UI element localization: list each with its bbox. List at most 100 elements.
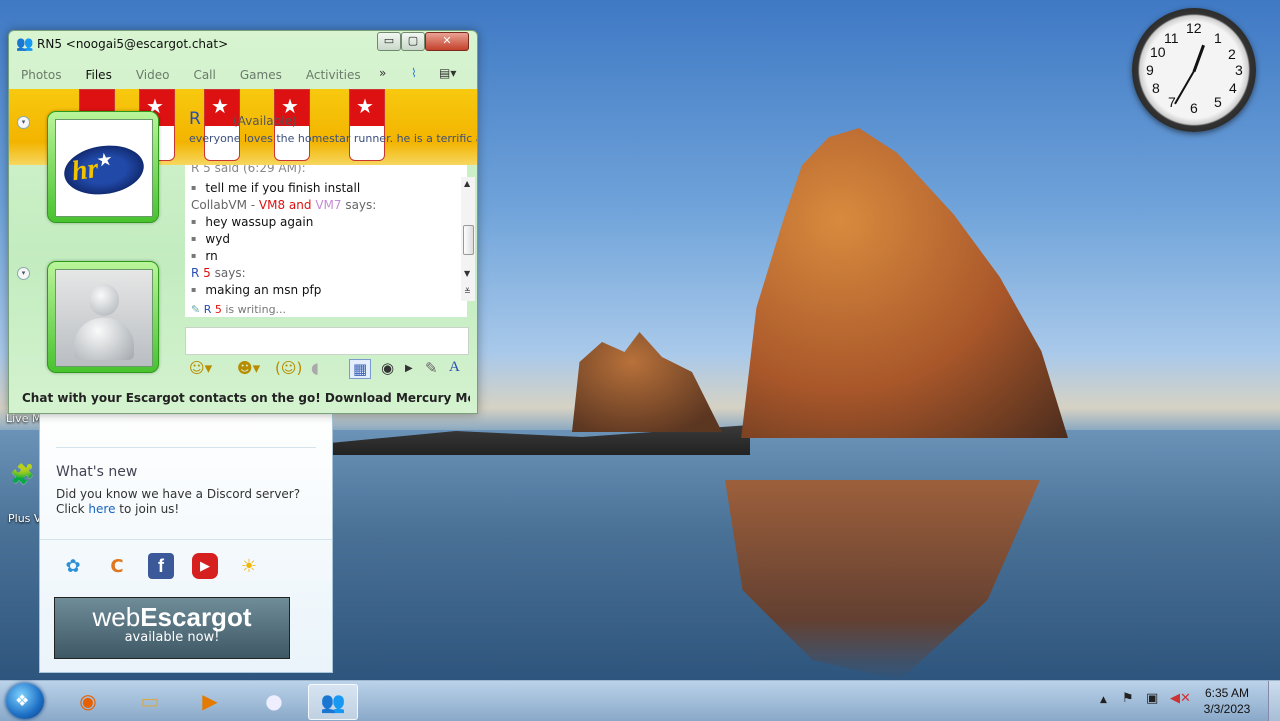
message-4: rn bbox=[191, 249, 217, 263]
contact-name-r: R bbox=[189, 109, 201, 129]
banner-figure-5: ★ bbox=[349, 89, 385, 161]
weather-sun-icon[interactable]: ☀ bbox=[236, 553, 262, 579]
promo-text[interactable]: Chat with your Escargot contacts on the … bbox=[22, 391, 470, 405]
conversation-history[interactable]: R 5 said (6:29 AM): tell me if you finis… bbox=[185, 165, 467, 317]
voice-clip-icon[interactable]: ◖ bbox=[311, 359, 319, 377]
taskbar-firefox[interactable]: ◉ bbox=[64, 684, 112, 718]
taskbar-time: 6:35 AM bbox=[1204, 686, 1250, 700]
nudge-emoticon-icon[interactable]: (☺) bbox=[275, 359, 302, 377]
typing-5: 5 bbox=[214, 303, 222, 316]
sender-collabvm: CollabVM - VM8 and VM7 says: bbox=[191, 198, 376, 212]
sender-collabvm-d: says: bbox=[341, 198, 377, 212]
msn-butterfly-icon[interactable]: ✿ bbox=[60, 553, 86, 579]
contact-name-5: 5 bbox=[206, 109, 218, 129]
social-icons: ✿ C f ▶ ☀ bbox=[60, 553, 262, 579]
clock-num-11: 11 bbox=[1164, 30, 1179, 46]
youtube-icon[interactable]: ▶ bbox=[192, 553, 218, 579]
sender-collabvm-c: VM7 bbox=[315, 198, 342, 212]
options-menu-icon[interactable]: ▤▾ bbox=[439, 66, 456, 80]
contact-avatar[interactable]: hr ★ bbox=[47, 111, 159, 223]
banner-web-text: web bbox=[92, 602, 141, 632]
history-partial-line: R 5 said (6:29 AM): bbox=[191, 165, 306, 175]
escargot-c-icon[interactable]: C bbox=[104, 553, 130, 579]
menu-video[interactable]: Video bbox=[124, 65, 182, 85]
minimize-button[interactable]: ▭ bbox=[377, 32, 401, 51]
windows-logo-icon: ❖ bbox=[15, 691, 30, 710]
collapse-contact-avatar-button[interactable]: ▾ bbox=[17, 116, 30, 129]
orb-icon: ● bbox=[265, 689, 283, 713]
network-icon[interactable]: ▣ bbox=[1146, 691, 1158, 706]
messenger-buddy-icon: 👥 bbox=[16, 36, 34, 52]
taskbar-media-player[interactable]: ▶ bbox=[186, 684, 234, 718]
clock-num-12: 12 bbox=[1186, 20, 1202, 36]
clock-num-8: 8 bbox=[1152, 80, 1160, 96]
handwriting-icon[interactable]: ✎ bbox=[425, 359, 438, 377]
desktop-icon-label-plus[interactable]: Plus V bbox=[8, 512, 41, 525]
contact-list-divider-2 bbox=[40, 539, 332, 540]
scroll-down-arrow[interactable]: ▼ bbox=[464, 269, 470, 278]
menu-call[interactable]: Call bbox=[181, 65, 227, 85]
clock-gadget[interactable]: 12 1 2 3 4 5 6 7 8 9 10 11 bbox=[1132, 8, 1256, 132]
taskbar-clock[interactable]: 6:35 AM 3/3/2023 bbox=[1198, 685, 1256, 717]
sender-r5-5: 5 bbox=[203, 266, 211, 280]
banner-escargot-text: Escargot bbox=[140, 602, 252, 632]
clock-num-9: 9 bbox=[1146, 62, 1154, 78]
contact-status: (Available) bbox=[233, 114, 297, 128]
menu-games[interactable]: Games bbox=[228, 65, 294, 85]
user-avatar[interactable] bbox=[47, 261, 159, 373]
show-desktop-button[interactable] bbox=[1268, 681, 1280, 721]
clock-num-3: 3 bbox=[1235, 62, 1243, 78]
facebook-icon[interactable]: f bbox=[148, 553, 174, 579]
close-button[interactable]: ✕ bbox=[425, 32, 469, 51]
emoticon-icon[interactable]: ☺▾ bbox=[189, 359, 212, 377]
volume-muted-icon[interactable]: ◀✕ bbox=[1170, 691, 1191, 706]
banner-subtitle: available now! bbox=[124, 630, 220, 645]
clock-num-6: 6 bbox=[1190, 100, 1198, 116]
web-escargot-banner[interactable]: webEscargot available now! bbox=[54, 597, 290, 659]
messenger-icon: 👥 bbox=[320, 690, 346, 714]
scroll-end-icon[interactable]: ≚ bbox=[464, 287, 471, 296]
message-input[interactable] bbox=[185, 327, 469, 355]
contact-personal-message: everyone loves the homestar runner. he i… bbox=[189, 132, 477, 145]
folder-icon: ▭ bbox=[140, 689, 160, 713]
collapse-user-avatar-button[interactable]: ▾ bbox=[17, 267, 30, 280]
menu-activities[interactable]: Activities bbox=[294, 65, 373, 85]
menu-more-button[interactable]: » bbox=[379, 66, 386, 80]
message-1: tell me if you finish install bbox=[191, 181, 360, 195]
menu-files[interactable]: Files bbox=[73, 65, 123, 85]
nudge-icon[interactable]: ⌇ bbox=[411, 66, 417, 80]
chat-toolbar: ☺▾ ☻▾ (☺) ◖ ▦ ◉ ▶ ✎ A bbox=[185, 357, 467, 381]
toolbar-more-arrow[interactable]: ▶ bbox=[405, 363, 413, 374]
scroll-thumb[interactable] bbox=[463, 225, 474, 255]
wink-icon[interactable]: ☻▾ bbox=[237, 359, 260, 377]
history-scrollbar[interactable]: ▲ ▼ ≚ bbox=[461, 177, 475, 301]
chat-titlebar[interactable]: 👥 RN5 <noogai5@escargot.chat> ▭ ▢ ✕ bbox=[9, 31, 477, 57]
background-icon[interactable]: ▦ bbox=[349, 359, 372, 379]
scroll-up-arrow[interactable]: ▲ bbox=[464, 179, 470, 188]
action-center-flag-icon[interactable]: ⚑ bbox=[1122, 691, 1134, 706]
window-title: RN5 <noogai5@escargot.chat> bbox=[37, 37, 229, 51]
whats-new-heading: What's new bbox=[56, 464, 138, 480]
typing-r: R bbox=[203, 303, 212, 316]
media-player-icon: ▶ bbox=[202, 689, 218, 713]
clock-num-5: 5 bbox=[1214, 94, 1222, 110]
typing-pencil-icon: ✎ bbox=[191, 303, 201, 316]
message-3: wyd bbox=[191, 232, 230, 246]
desktop-shortcut-icon[interactable]: 🧩 bbox=[10, 462, 35, 486]
menu-photos[interactable]: Photos bbox=[9, 65, 73, 85]
clock-num-10: 10 bbox=[1150, 44, 1166, 60]
contact-name: R 5 bbox=[189, 109, 217, 129]
ink-icon[interactable]: ◉ bbox=[381, 359, 394, 377]
taskbar-orb-app[interactable]: ● bbox=[250, 684, 298, 718]
maximize-button[interactable]: ▢ bbox=[401, 32, 425, 51]
sender-collabvm-sep: - bbox=[246, 198, 259, 212]
font-icon[interactable]: A bbox=[449, 359, 460, 376]
taskbar-date: 3/3/2023 bbox=[1203, 702, 1251, 716]
discord-link[interactable]: here bbox=[88, 502, 115, 516]
taskbar-messenger[interactable]: 👥 bbox=[308, 684, 358, 720]
start-button[interactable]: ❖ bbox=[6, 683, 44, 719]
homestar-runner-logo: hr ★ bbox=[61, 140, 147, 200]
taskbar-explorer[interactable]: ▭ bbox=[126, 684, 174, 718]
sender-collabvm-a: CollabVM bbox=[191, 198, 247, 212]
tray-expand-icon[interactable]: ▲ bbox=[1100, 695, 1107, 705]
